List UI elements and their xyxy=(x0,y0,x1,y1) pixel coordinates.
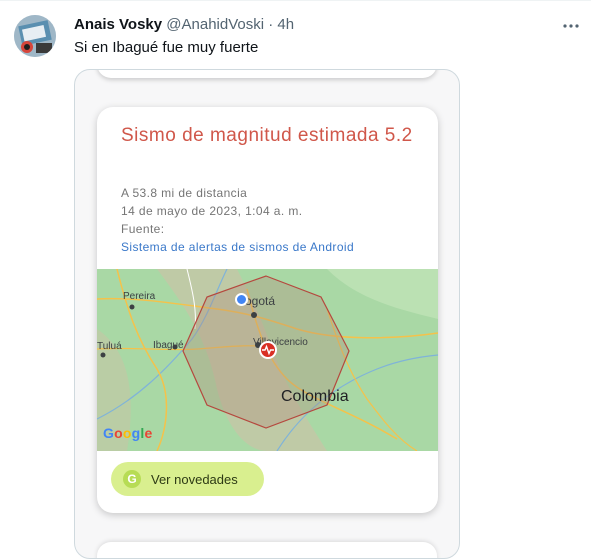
epicenter-pulse-icon xyxy=(259,341,277,359)
previous-card-edge xyxy=(97,70,437,78)
author-avatar[interactable] xyxy=(14,15,56,57)
map-label-ibague: Ibagué xyxy=(153,340,184,351)
earthquake-alert-card: Sismo de magnitud estimada 5.2 A 53.8 mi… xyxy=(97,107,438,513)
separator-dot: · xyxy=(268,16,274,33)
alert-source-label: Fuente: xyxy=(121,222,165,236)
map-label-colombia: Colombia xyxy=(281,388,349,405)
ver-novedades-button[interactable]: G Ver novedades xyxy=(111,462,264,496)
tweet-media-screenshot[interactable]: Sismo de magnitud estimada 5.2 A 53.8 mi… xyxy=(74,69,460,559)
user-location-dot xyxy=(235,293,248,306)
earthquake-map[interactable]: Pereira Bogotá Tuluá Ibagué Villavicenci… xyxy=(97,269,438,451)
tweet-text: Si en Ibagué fue muy fuerte xyxy=(74,39,259,56)
alert-title: Sismo de magnitud estimada 5.2 xyxy=(121,125,413,146)
next-card-edge xyxy=(97,542,437,558)
alert-source-link[interactable]: Sistema de alertas de sismos de Android xyxy=(121,239,354,256)
author-handle[interactable]: @AnahidVoski xyxy=(166,16,264,33)
g-logo-icon: G xyxy=(123,470,141,488)
alert-distance: A 53.8 mi de distancia xyxy=(121,186,248,200)
author-name[interactable]: Anais Vosky xyxy=(74,16,162,33)
map-label-tulua: Tuluá xyxy=(97,341,122,352)
tweet[interactable]: Anais Vosky @AnahidVoski · 4h Si en Ibag… xyxy=(0,0,591,559)
tweet-timestamp[interactable]: 4h xyxy=(277,16,294,33)
alert-datetime: 14 de mayo de 2023, 1:04 a. m. xyxy=(121,204,303,218)
tweet-header: Anais Vosky @AnahidVoski · 4h xyxy=(74,15,294,35)
map-label-pereira: Pereira xyxy=(123,291,156,302)
ver-novedades-label: Ver novedades xyxy=(151,471,238,487)
google-logo: Google xyxy=(103,425,153,441)
more-dots-icon[interactable] xyxy=(560,15,582,37)
